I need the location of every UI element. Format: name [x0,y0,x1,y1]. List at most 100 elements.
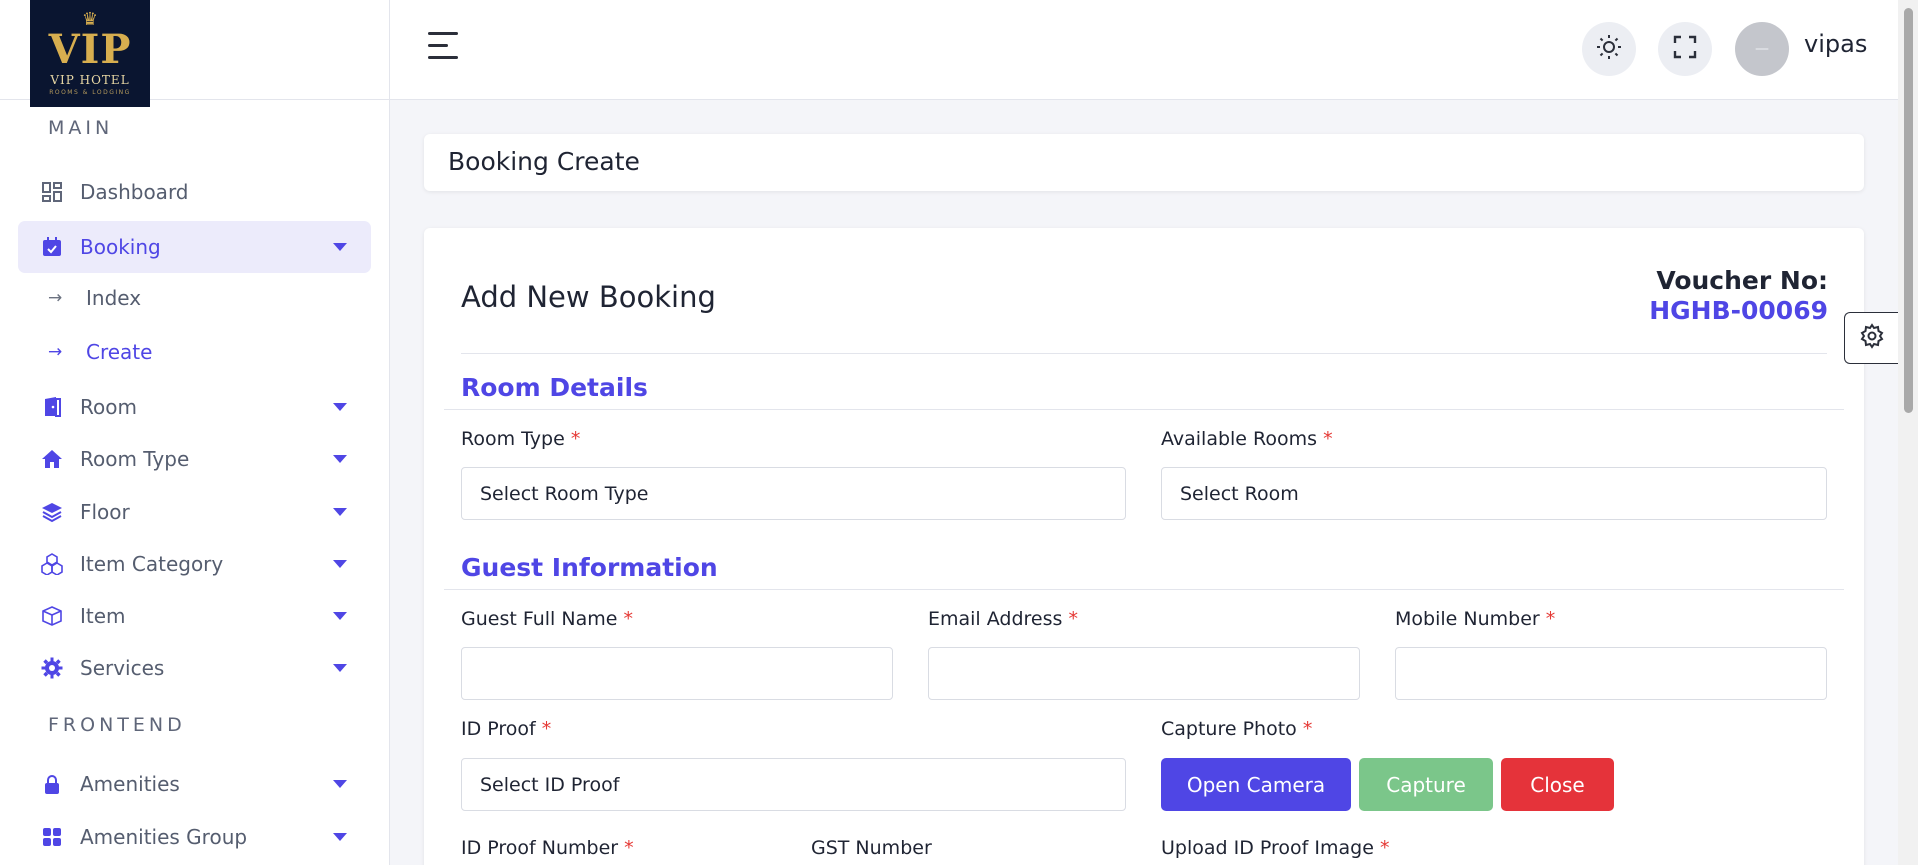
chevron-down-icon [333,560,347,568]
scrollbar-thumb[interactable] [1904,8,1913,413]
sidebar-item-label: Item Category [80,552,224,576]
grid-icon [40,825,64,849]
top-header: — vipas [390,0,1898,100]
label-text: Capture Photo [1161,718,1297,740]
label-text: Mobile Number [1395,608,1540,630]
hotel-logo[interactable]: ♛ VIP VIP HOTEL ROOMS & LODGING [30,0,150,107]
sidebar-item-label: Booking [80,235,161,259]
mobile-input[interactable] [1395,647,1827,700]
gear-icon [40,656,64,680]
room-type-select[interactable]: Select Room Type [461,467,1126,520]
form-title: Add New Booking [461,280,716,314]
chevron-down-icon [333,780,347,788]
sidebar-item-booking[interactable]: Booking [18,221,371,273]
required-mark: * [1379,837,1390,859]
email-input[interactable] [928,647,1360,700]
logo-text: VIP [48,26,132,73]
box-icon [40,604,64,628]
chevron-down-icon [333,455,347,463]
sidebar-item-room[interactable]: Room [18,381,371,433]
avatar[interactable]: — [1735,22,1789,76]
chevron-down-icon [333,664,347,672]
sidebar-item-label: Dashboard [80,180,189,204]
sidebar-item-dashboard[interactable]: Dashboard [18,166,371,218]
required-mark: * [570,428,581,450]
divider [444,409,1844,410]
dashboard-icon [40,180,64,204]
label-text: Upload ID Proof Image [1161,837,1374,859]
capture-button[interactable]: Capture [1359,758,1493,811]
user-name[interactable]: vipas [1804,30,1867,58]
sidebar-item-amenities[interactable]: Amenities [18,758,371,810]
chevron-down-icon [333,612,347,620]
divider [461,353,1827,354]
logo-name: VIP HOTEL [50,73,130,87]
sidebar-subitem-label: Index [86,286,142,310]
required-mark: * [1302,718,1313,740]
guest-name-input[interactable] [461,647,893,700]
sidebar-item-item-category[interactable]: Item Category [18,538,371,590]
menu-icon[interactable] [428,30,462,62]
label-text: Available Rooms [1161,428,1318,450]
page-scrollbar[interactable] [1898,0,1918,865]
menu-heading-frontend: FRONTEND [48,714,186,736]
sidebar-item-label: Amenities Group [80,825,248,849]
required-mark: * [541,718,552,740]
sun-icon [1596,34,1622,64]
fullscreen-button[interactable] [1658,22,1712,76]
sidebar-item-item[interactable]: Item [18,590,371,642]
layers-icon [40,500,64,524]
required-mark: * [624,837,634,859]
sidebar-item-label: Floor [80,500,130,524]
page-title: Booking Create [448,147,640,176]
section-title-guest-information: Guest Information [461,553,718,582]
voucher-number: HGHB-00069 [1649,296,1828,325]
gst-number-label: GST Number [811,837,932,859]
sidebar-item-label: Services [80,656,165,680]
divider [444,589,1844,590]
logo-subtitle: ROOMS & LODGING [49,89,131,96]
guest-name-label: Guest Full Name * [461,608,633,630]
chevron-down-icon [333,833,347,841]
sidebar-item-room-type[interactable]: Room Type [18,433,371,485]
available-rooms-label: Available Rooms * [1161,428,1333,450]
sidebar-item-label: Amenities [80,772,180,796]
label-text: Email Address [928,608,1063,630]
sidebar-item-label: Item [80,604,126,628]
door-icon [40,395,64,419]
chevron-down-icon [333,508,347,516]
required-mark: * [1545,608,1556,630]
required-mark: * [1323,428,1333,450]
available-rooms-select[interactable]: Select Room [1161,467,1827,520]
close-camera-button[interactable]: Close [1501,758,1614,811]
label-text: Guest Full Name [461,608,618,630]
lock-icon [40,772,64,796]
sidebar-subitem-create[interactable]: → Create [48,332,152,372]
sidebar-subitem-label: Create [86,340,153,364]
upload-id-label: Upload ID Proof Image * [1161,837,1389,859]
id-proof-select[interactable]: Select ID Proof [461,758,1126,811]
room-type-label: Room Type * [461,428,580,450]
booking-form-card: Add New Booking Voucher No: HGHB-00069 R… [424,228,1864,865]
logo-area: ♛ VIP VIP HOTEL ROOMS & LODGING [0,0,389,107]
sidebar-subitem-index[interactable]: → Index [48,278,141,318]
sidebar-item-floor[interactable]: Floor [18,486,371,538]
theme-toggle-button[interactable] [1582,22,1636,76]
sidebar-item-amenities-group[interactable]: Amenities Group [18,811,371,863]
open-camera-button[interactable]: Open Camera [1161,758,1351,811]
sidebar-item-services[interactable]: Services [18,642,371,694]
id-proof-number-label: ID Proof Number * [461,837,634,859]
email-label: Email Address * [928,608,1078,630]
chevron-down-icon [333,403,347,411]
required-mark: * [623,608,633,630]
avatar-text: — [1755,41,1769,57]
id-proof-value: Select ID Proof [480,773,620,796]
settings-panel-toggle[interactable] [1844,312,1898,364]
label-text: GST Number [811,837,932,859]
sidebar-item-label: Room [80,395,137,419]
menu-heading-main: MAIN [48,117,114,139]
calendar-check-icon [40,235,64,259]
fullscreen-icon [1673,35,1697,63]
chevron-down-icon [333,243,347,251]
arrow-right-icon: → [48,342,63,362]
